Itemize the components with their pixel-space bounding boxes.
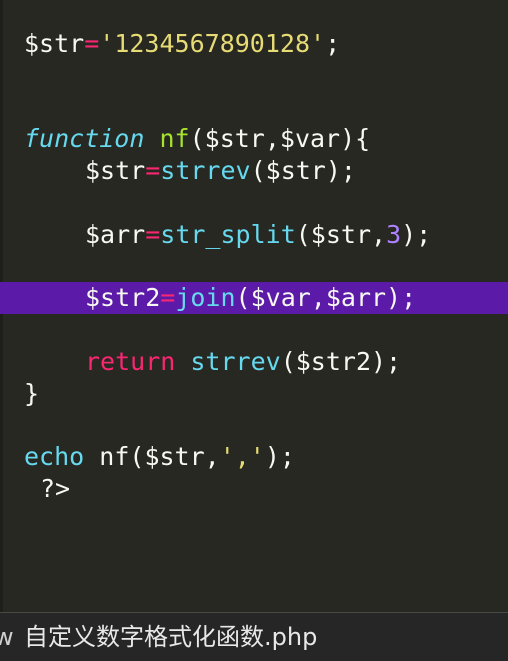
code-token: ; [325,29,341,58]
code-line-1[interactable]: $str='1234567890128'; [0,28,508,60]
code-token: strrev [190,347,281,376]
code-line-5-highlighted[interactable]: $str2=join($var,$arr); [0,282,508,314]
code-token: 3 [386,220,402,249]
code-token: ?> [40,474,71,503]
code-token: $arr [85,220,146,249]
code-token: ',' [219,442,265,471]
code-token: $str [24,29,85,58]
code-line-2[interactable]: function nf($str,$var){ [0,123,508,155]
status-prefix: w [0,623,14,651]
code-token: = [145,220,161,249]
code-token: return [85,347,176,376]
code-token: ($str,$var){ [189,124,371,153]
code-token: $str2 [85,283,161,312]
code-line-4[interactable]: $arr=str_split($str,3); [0,219,508,251]
code-token: ($str); [250,156,356,185]
file-tab-label[interactable]: 自定义数字格式化函数.php [24,613,317,661]
code-token: ); [264,442,295,471]
code-token: join [175,283,236,312]
file-tab-bar[interactable]: w 自定义数字格式化函数.php [0,613,508,661]
code-token: nf [99,442,130,471]
code-token: nf [159,124,190,153]
code-token: echo [24,442,85,471]
code-token: ($str2); [280,347,402,376]
code-line-9[interactable]: ?> [0,473,508,505]
code-token: function [24,124,145,153]
code-token: = [145,156,161,185]
code-line-6[interactable]: return strrev($str2); [0,346,508,378]
code-line-8[interactable]: echo nf($str,','); [0,441,508,473]
code-line-7[interactable]: } [0,378,508,410]
code-token: str_split [160,220,296,249]
code-token: = [160,283,176,312]
code-token: ($var,$arr); [235,283,417,312]
code-token: ($str, [295,220,387,249]
code-token: } [24,379,40,408]
code-token: '1234567890128' [99,29,326,58]
code-line-3[interactable]: $str=strrev($str); [0,155,508,187]
code-token: ($str, [129,442,220,471]
code-token: ); [401,220,432,249]
code-token: = [84,29,100,58]
code-editor[interactable]: $str='1234567890128'; function nf($str,$… [0,0,508,612]
code-token: strrev [160,156,251,185]
code-token: $str [85,156,146,185]
